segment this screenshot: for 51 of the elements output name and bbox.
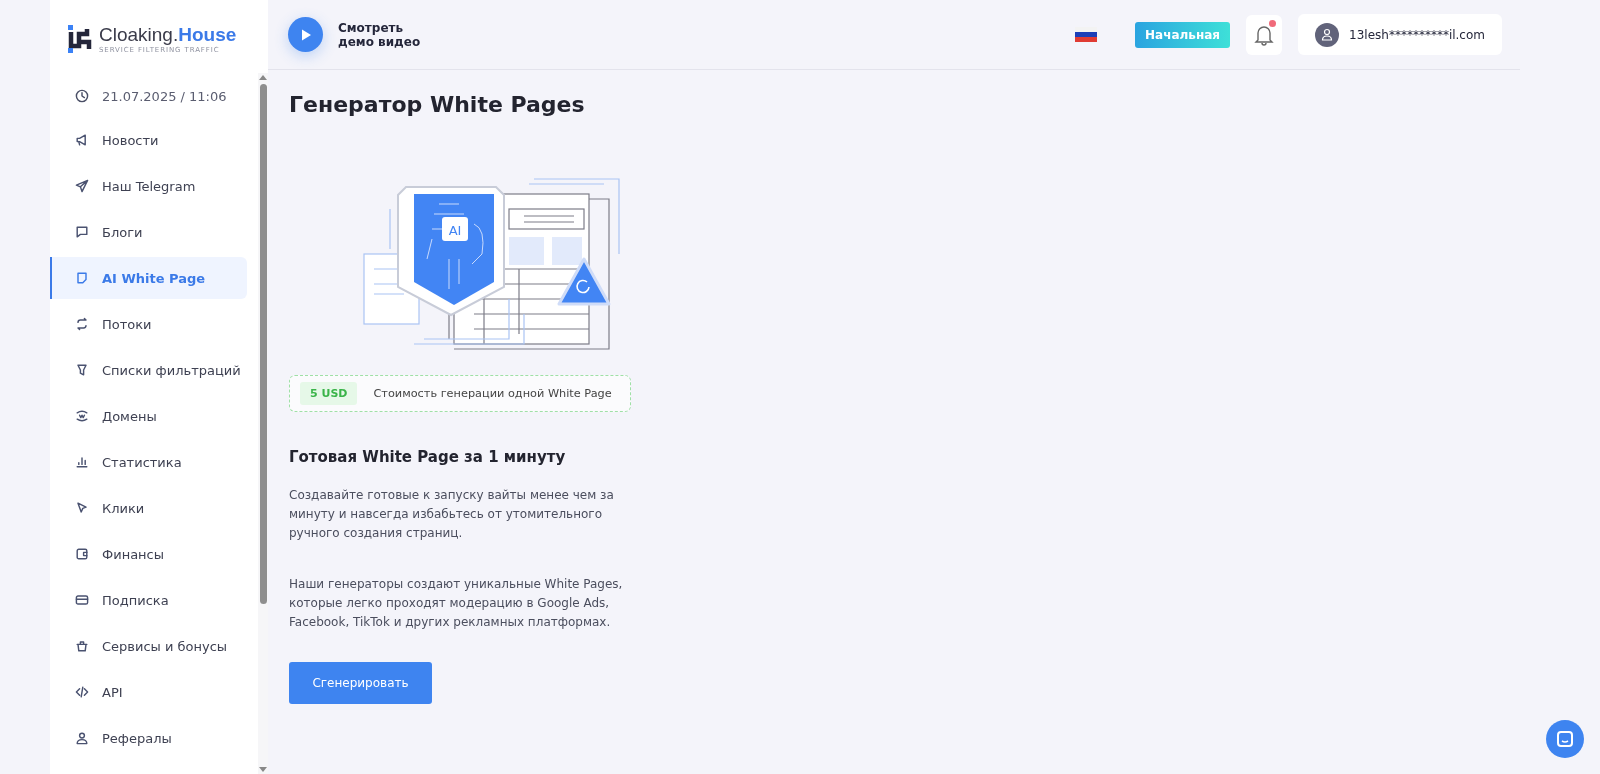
- russian-flag-icon: [1075, 27, 1098, 42]
- page-icon: [74, 270, 90, 286]
- avatar-icon: [1315, 22, 1340, 47]
- price-badge: 5 USD: [300, 382, 358, 405]
- cursor-icon: [74, 500, 90, 516]
- logo-icon: [68, 25, 92, 53]
- sidebar-item[interactable]: Наш Telegram: [50, 165, 247, 207]
- date-time: 21.07.2025 / 11:06: [102, 88, 227, 104]
- sidebar-item[interactable]: Сервисы и бонусы: [50, 625, 247, 667]
- page-title: Генератор White Pages: [289, 92, 585, 117]
- chat-button[interactable]: [1546, 720, 1584, 758]
- bar-chart-icon: [74, 454, 90, 470]
- bell-icon: [1254, 23, 1275, 46]
- user-menu-button[interactable]: 13lesh**********il.com: [1298, 14, 1502, 55]
- gift-icon: [74, 638, 90, 654]
- demo-video-link[interactable]: Смотреть демо видео: [288, 17, 421, 52]
- sidebar-item[interactable]: AI White Page: [50, 257, 247, 299]
- code-icon: [74, 684, 90, 700]
- play-button[interactable]: [288, 17, 323, 52]
- sidebar-item[interactable]: API: [50, 671, 247, 713]
- refresh-arrows-icon: [74, 316, 90, 332]
- notifications-button[interactable]: [1246, 14, 1283, 55]
- section-heading: Готовая White Page за 1 минуту: [289, 448, 566, 466]
- scrollbar[interactable]: [258, 73, 268, 774]
- sidebar-item[interactable]: Потоки: [50, 303, 247, 345]
- sidebar-item[interactable]: Домены: [50, 395, 247, 437]
- clock-icon: [74, 88, 90, 104]
- description-text: Создавайте готовые к запуску вайты менее чем за минуту и навсегда избабьтесь от утомительного ручного создания страниц.: [289, 487, 615, 542]
- sidebar-item[interactable]: Статистика: [50, 441, 247, 483]
- ai-label: AI: [448, 223, 462, 238]
- globe-icon: [74, 408, 90, 424]
- wallet-icon: [74, 546, 90, 562]
- sidebar-item[interactable]: Финансы: [50, 533, 247, 575]
- chat-icon: [1555, 729, 1575, 749]
- sidebar-item[interactable]: Списки фильтраций: [50, 349, 247, 391]
- user-icon: [74, 730, 90, 746]
- sidebar-item[interactable]: Подписка: [50, 579, 247, 621]
- filter-icon: [74, 362, 90, 378]
- logo-wordmark: Cloaking.House: [99, 24, 237, 45]
- demo-video-text: Смотреть демо видео: [338, 20, 421, 49]
- price-description: Стоимость генерации одной White Page: [373, 387, 612, 400]
- chat-bubble-icon: [74, 224, 90, 240]
- sidebar-item[interactable]: Рефералы: [50, 717, 247, 759]
- generate-button[interactable]: Сгенерировать: [289, 662, 432, 704]
- sidebar-item[interactable]: Блоги: [50, 211, 247, 253]
- language-flag-button[interactable]: [1075, 27, 1098, 42]
- paper-plane-icon: [74, 178, 90, 194]
- sidebar-item[interactable]: Новости: [50, 119, 247, 161]
- card-icon: [74, 592, 90, 608]
- sidebar-item[interactable]: Клики: [50, 487, 247, 529]
- description-text: Наши генераторы создают уникальные White Pages, которые легко проходят модерацию в Google Ads, Facebook, TikTok и других рекламных платформах.: [289, 576, 624, 631]
